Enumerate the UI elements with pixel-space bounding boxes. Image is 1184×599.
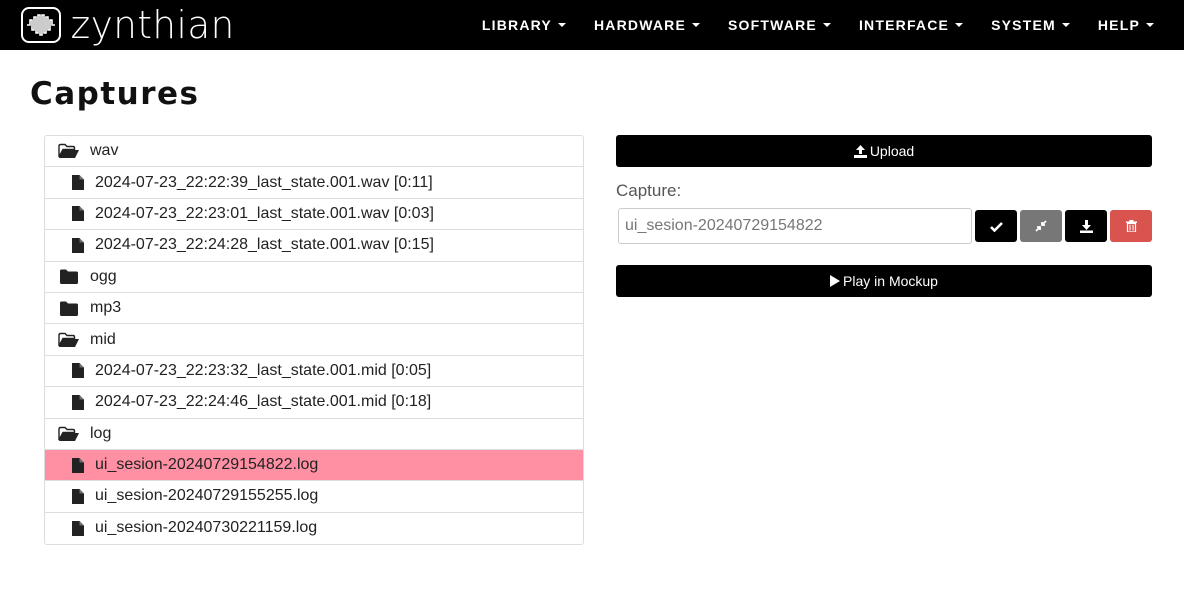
play-in-mockup-button[interactable]: Play in Mockup [616,265,1152,297]
download-button[interactable] [1065,210,1107,242]
file-icon [71,175,85,191]
folder-open-icon [58,143,80,159]
folder-tree-item[interactable]: mp3 [45,293,583,325]
brand-logo[interactable]: zynthian [21,6,236,44]
file-tree-item[interactable]: ui_sesion-20240729155255.log [45,481,583,513]
tree-item-label: mid [90,330,116,348]
caret-down-icon [822,23,831,27]
tree-item-label: 2024-07-23_22:24:46_last_state.001.mid [… [95,393,432,411]
menu-system[interactable]: SYSTEM [977,17,1084,33]
capture-file-tree: wav 2024-07-23_22:22:39_last_state.001.wa… [44,135,584,546]
upload-icon [853,144,867,158]
tree-item-label: mp3 [90,299,122,317]
file-tree-item[interactable]: 2024-07-23_22:23:01_last_state.001.wav [… [45,199,583,231]
download-icon [1079,219,1093,233]
brand-name: zynthian [70,3,235,47]
folder-icon [58,269,80,285]
capture-panel: Upload Capture: ui_sesion-20240729154822… [616,135,1152,297]
menu-interface-label: INTERFACE [858,17,950,33]
tree-item-label: 2024-07-23_22:22:39_last_state.001.wav [… [95,173,433,191]
compress-button[interactable] [1020,210,1062,242]
folder-icon [58,301,80,316]
capture-label: Capture: [616,181,682,200]
caret-down-icon [955,23,964,27]
folder-tree-item[interactable]: wav [45,136,583,168]
play-button-label: Play in Mockup [843,273,938,289]
top-navbar: zynthian LIBRARY HARDWARE SOFTWARE INTER… [0,0,1184,50]
folder-tree-item[interactable]: mid [45,324,583,356]
file-tree-item[interactable]: 2024-07-23_22:24:28_last_state.001.wav [… [45,230,583,262]
main-menu: LIBRARY HARDWARE SOFTWARE INTERFACE SYST… [468,0,1168,50]
file-tree-item[interactable]: 2024-07-23_22:23:32_last_state.001.mid [… [45,356,583,388]
folder-tree-item[interactable]: log [45,419,583,450]
tree-item-label: 2024-07-23_22:23:01_last_state.001.wav [… [95,204,434,222]
file-icon [71,363,85,379]
tree-item-label: 2024-07-23_22:24:28_last_state.001.wav [… [95,236,434,254]
capture-row [616,208,1152,244]
capture-name-input[interactable] [618,208,972,244]
tree-item-label: ui_sesion-20240730221159.log [95,519,318,537]
menu-help-label: HELP [1097,17,1140,33]
caret-down-icon [557,23,566,27]
file-tree-item[interactable]: ui_sesion-20240729154822.log [45,449,583,482]
play-icon [830,275,841,287]
menu-hardware[interactable]: HARDWARE [580,17,714,33]
compress-icon [1035,220,1047,232]
menu-interface[interactable]: INTERFACE [845,17,977,33]
waveform-logo-icon [21,7,61,43]
tree-item-label: 2024-07-23_22:23:32_last_state.001.mid [… [95,361,432,379]
menu-library-label: LIBRARY [481,17,552,33]
check-icon [989,221,1003,232]
caret-down-icon [1146,23,1154,27]
file-icon [71,237,85,253]
file-icon [71,457,85,473]
trash-icon [1125,220,1137,232]
file-icon [71,488,85,504]
folder-open-icon [58,426,80,442]
tree-item-label: ui_sesion-20240729155255.log [95,487,319,505]
menu-hardware-label: HARDWARE [593,17,687,33]
menu-software-label: SOFTWARE [728,17,817,33]
menu-help[interactable]: HELP [1084,17,1168,33]
file-icon [71,394,85,410]
tree-item-label: ui_sesion-20240729154822.log [95,456,319,474]
file-icon [71,520,85,536]
file-tree-item[interactable]: 2024-07-23_22:24:46_last_state.001.mid [… [45,387,583,419]
folder-open-icon [58,332,80,348]
menu-system-label: SYSTEM [991,17,1056,33]
file-tree-item[interactable]: ui_sesion-20240730221159.log [45,513,583,544]
file-tree-item[interactable]: 2024-07-23_22:22:39_last_state.001.wav [… [45,167,583,199]
delete-button[interactable] [1110,210,1152,242]
upload-button-label: Upload [869,143,915,159]
tree-item-label: wav [90,142,119,160]
caret-down-icon [692,23,701,27]
tree-item-label: ogg [90,267,117,285]
confirm-button[interactable] [975,210,1017,242]
page-title: Captures [30,76,200,112]
menu-library[interactable]: LIBRARY [468,17,580,33]
menu-software[interactable]: SOFTWARE [714,17,845,33]
file-icon [71,206,85,222]
folder-tree-item[interactable]: ogg [45,262,583,293]
tree-item-label: log [90,424,112,442]
caret-down-icon [1061,23,1070,27]
upload-button[interactable]: Upload [616,135,1152,167]
